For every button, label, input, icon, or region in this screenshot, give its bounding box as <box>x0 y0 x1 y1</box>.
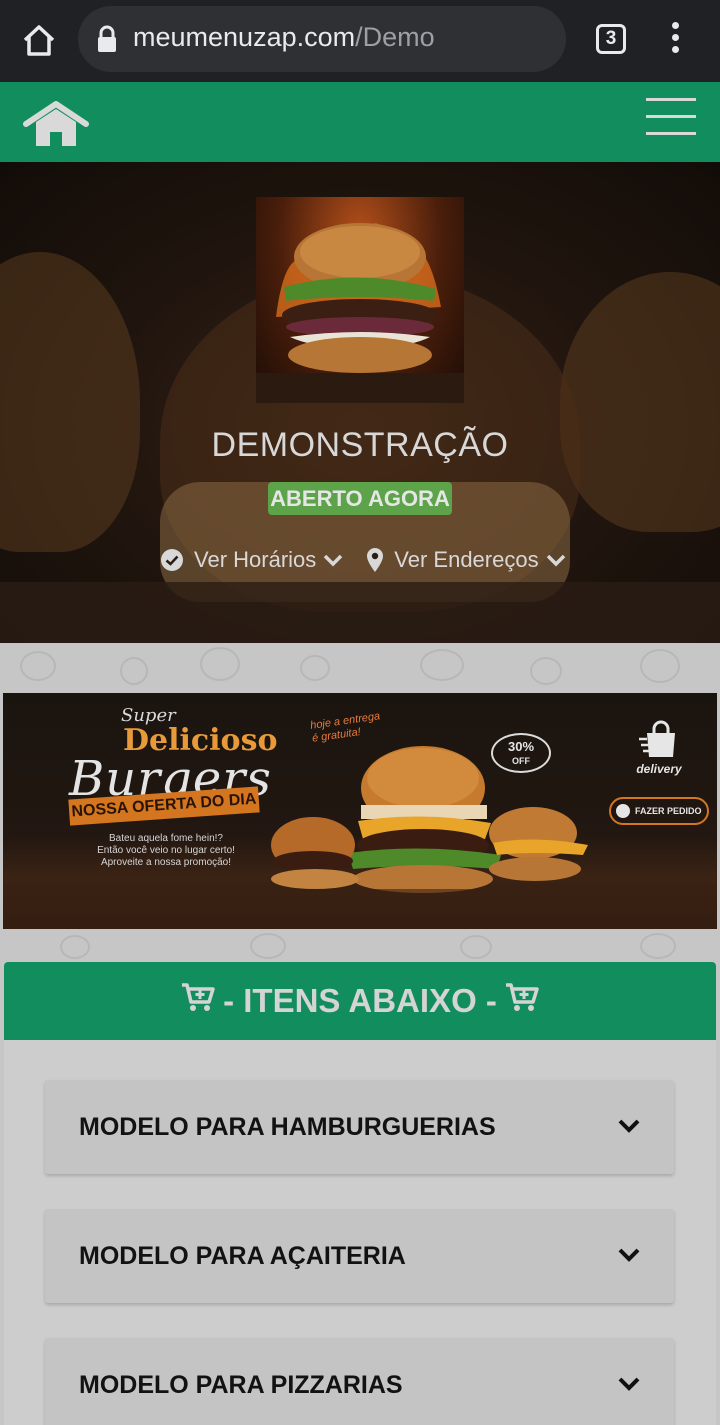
items-header-label: - ITENS ABAIXO - <box>223 982 497 1019</box>
map-pin-icon <box>367 548 384 572</box>
address-link[interactable]: Ver Endereços <box>366 547 566 573</box>
category-label: MODELO PARA PIZZARIAS <box>79 1371 403 1399</box>
banner-promo-text: Bateu aquela fome hein!? Então você veio… <box>91 833 241 869</box>
more-vert-icon[interactable] <box>664 22 686 58</box>
category-label: MODELO PARA HAMBURGUERIAS <box>79 1113 496 1141</box>
promo-banner[interactable]: Super Delicioso Burgers NOSSA OFERTA DO … <box>3 693 717 929</box>
promo-line: Bateu aquela fome hein!? <box>109 833 223 844</box>
site-header <box>0 82 720 162</box>
background-burger-left <box>0 252 140 552</box>
hours-link-label: Ver Horários <box>194 547 317 572</box>
store-hero: DEMONSTRAÇÃO ABERTO AGORA Ver Horários V… <box>0 162 720 643</box>
category-label: MODELO PARA AÇAITERIA <box>79 1242 406 1270</box>
chevron-down-icon <box>618 1377 640 1391</box>
category-accordion-acaiteria[interactable]: MODELO PARA AÇAITERIA <box>45 1209 674 1303</box>
category-accordion-hamburguerias[interactable]: MODELO PARA HAMBURGUERIAS <box>45 1080 674 1174</box>
hours-link[interactable]: Ver Horários <box>160 547 344 573</box>
table-surface <box>0 582 720 643</box>
chevron-down-icon <box>324 554 343 567</box>
hamburger-menu-icon[interactable] <box>646 98 696 136</box>
promo-line: Então você veio no lugar certo! <box>97 845 235 856</box>
house-icon[interactable] <box>22 100 90 148</box>
check-circle-icon <box>161 549 183 571</box>
address-link-label: Ver Endereços <box>394 547 539 572</box>
shopping-bag-icon <box>639 720 675 757</box>
background-burger-right <box>560 272 720 532</box>
category-accordion-pizzarias[interactable]: MODELO PARA PIZZARIAS <box>45 1338 674 1425</box>
url-domain: meumenuzap.com <box>133 22 356 52</box>
store-name: DEMONSTRAÇÃO <box>211 426 509 464</box>
delivery-logo: delivery <box>629 719 689 776</box>
discount-value: 30% <box>507 739 535 754</box>
browser-toolbar: meumenuzap.com/Demo 3 <box>0 0 720 82</box>
chevron-down-icon <box>618 1119 640 1133</box>
cart-icon <box>181 982 215 1020</box>
status-badge: ABERTO AGORA <box>268 482 452 515</box>
url-path: /Demo <box>355 22 435 52</box>
chevron-down-icon <box>546 554 565 567</box>
promo-line: Aproveite a nossa promoção! <box>100 857 232 868</box>
lock-icon <box>96 24 118 54</box>
cart-icon <box>505 982 539 1020</box>
order-button[interactable]: FAZER PEDIDO <box>609 797 709 825</box>
delivery-text: delivery <box>636 762 682 776</box>
tabs-count-button[interactable]: 3 <box>596 24 626 54</box>
discount-off: OFF <box>512 756 530 766</box>
hero-links: Ver Horários Ver Endereços <box>160 544 567 576</box>
browser-home-icon[interactable] <box>18 20 60 62</box>
discount-badge: 30% OFF <box>491 733 551 773</box>
url-text[interactable]: meumenuzap.com/Demo <box>133 22 435 53</box>
chevron-down-icon <box>618 1248 640 1262</box>
store-logo <box>256 197 464 403</box>
items-header: - ITENS ABAIXO - <box>4 962 716 1040</box>
